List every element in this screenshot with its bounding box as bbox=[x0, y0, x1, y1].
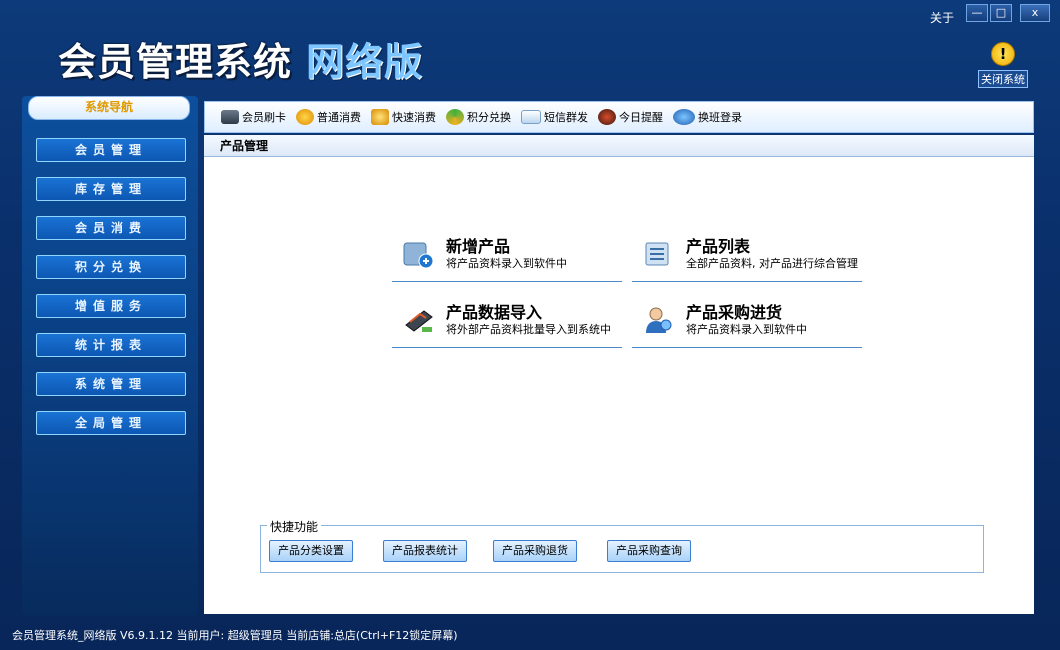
sidebar-item-global-management[interactable]: 全局管理 bbox=[36, 411, 186, 435]
toolbar-sms-button[interactable]: 短信群发 bbox=[521, 109, 588, 125]
sidebar-item-points-exchange[interactable]: 积分兑换 bbox=[36, 255, 186, 279]
add-product-icon bbox=[402, 239, 434, 269]
toolbar-shift-login-button[interactable]: 换班登录 bbox=[673, 109, 742, 125]
envelope-icon bbox=[521, 110, 541, 124]
sidebar-item-value-added-services[interactable]: 增值服务 bbox=[36, 294, 186, 318]
product-list-icon bbox=[642, 239, 674, 269]
card-title: 产品采购进货 bbox=[686, 303, 783, 322]
clock-icon bbox=[598, 109, 616, 125]
card-title: 新增产品 bbox=[446, 237, 511, 256]
main-panel: 新增产品 将产品资料录入到软件中 产品列表 全部产品资料, 对产品进行综合管理 … bbox=[204, 157, 1034, 614]
toolbar-label: 今日提醒 bbox=[619, 111, 663, 124]
import-data-icon bbox=[402, 305, 434, 335]
toolbar-label: 积分兑换 bbox=[467, 111, 511, 124]
card-desc: 将外部产品资料批量导入到系统中 bbox=[446, 323, 611, 336]
toolbar-today-reminder-button[interactable]: 今日提醒 bbox=[598, 109, 663, 125]
about-link[interactable]: 关于 bbox=[930, 9, 954, 26]
sidebar-item-member-management[interactable]: 会员管理 bbox=[36, 138, 186, 162]
close-system-button[interactable]: ! 关闭系统 bbox=[976, 42, 1030, 88]
card-title: 产品列表 bbox=[686, 237, 751, 256]
toolbar-label: 快速消费 bbox=[392, 111, 436, 124]
sidebar-item-system-management[interactable]: 系统管理 bbox=[36, 372, 186, 396]
app-title-sub: 网络版 bbox=[306, 39, 424, 84]
toolbar-points-exchange-button[interactable]: 积分兑换 bbox=[446, 109, 511, 125]
toolbar-member-card-button[interactable]: 会员刷卡 bbox=[221, 109, 286, 125]
toolbar-normal-consume-button[interactable]: 普通消费 bbox=[296, 109, 361, 125]
app-title-main: 会员管理系统 bbox=[58, 39, 293, 84]
card-product-list[interactable]: 产品列表 全部产品资料, 对产品进行综合管理 bbox=[632, 231, 862, 282]
card-add-product[interactable]: 新增产品 将产品资料录入到软件中 bbox=[392, 231, 622, 282]
card-purchase[interactable]: 产品采购进货 将产品资料录入到软件中 bbox=[632, 297, 862, 348]
category-settings-button[interactable]: 产品分类设置 bbox=[269, 540, 353, 562]
quick-functions-legend: 快捷功能 bbox=[267, 518, 322, 535]
close-button[interactable]: x bbox=[1020, 4, 1050, 22]
purchase-return-button[interactable]: 产品采购退货 bbox=[493, 540, 577, 562]
product-report-button[interactable]: 产品报表统计 bbox=[383, 540, 467, 562]
status-bar: 会员管理系统_网络版 V6.9.1.12 当前用户: 超级管理员 当前店铺:总店… bbox=[12, 629, 458, 642]
money-bag-icon bbox=[296, 109, 314, 125]
card-title: 产品数据导入 bbox=[446, 303, 543, 322]
exchange-icon bbox=[446, 109, 464, 125]
toolbar-label: 普通消费 bbox=[317, 111, 361, 124]
card-desc: 将产品资料录入到软件中 bbox=[446, 257, 567, 270]
fast-pay-icon bbox=[371, 109, 389, 125]
purchase-query-button[interactable]: 产品采购查询 bbox=[607, 540, 691, 562]
toolbar: 会员刷卡 普通消费 快速消费 积分兑换 短信群发 今日提醒 换班登录 bbox=[204, 101, 1034, 133]
toolbar-quick-consume-button[interactable]: 快速消费 bbox=[371, 109, 436, 125]
toolbar-label: 会员刷卡 bbox=[242, 111, 286, 124]
toolbar-label: 换班登录 bbox=[698, 111, 742, 124]
toolbar-label: 短信群发 bbox=[544, 111, 588, 124]
warning-icon: ! bbox=[991, 42, 1015, 66]
breadcrumb: 产品管理 bbox=[204, 135, 1034, 157]
card-import-data[interactable]: 产品数据导入 将外部产品资料批量导入到系统中 bbox=[392, 297, 622, 348]
card-desc: 将产品资料录入到软件中 bbox=[686, 323, 807, 336]
app-title: 会员管理系统 网络版 bbox=[58, 36, 423, 86]
sidebar: 系统导航 会员管理 库存管理 会员消费 积分兑换 增值服务 统计报表 系统管理 … bbox=[22, 96, 198, 616]
quick-functions-group: 快捷功能 产品分类设置 产品报表统计 产品采购退货 产品采购查询 bbox=[260, 518, 984, 573]
sidebar-item-inventory-management[interactable]: 库存管理 bbox=[36, 177, 186, 201]
card-desc: 全部产品资料, 对产品进行综合管理 bbox=[686, 257, 858, 270]
sidebar-item-member-consumption[interactable]: 会员消费 bbox=[36, 216, 186, 240]
card-reader-icon bbox=[221, 110, 239, 124]
maximize-button[interactable]: □ bbox=[990, 4, 1012, 22]
minimize-button[interactable]: — bbox=[966, 4, 988, 22]
sidebar-header: 系统导航 bbox=[28, 96, 190, 120]
shift-login-icon bbox=[673, 109, 695, 125]
close-system-label: 关闭系统 bbox=[978, 70, 1028, 88]
purchase-icon bbox=[642, 305, 674, 335]
sidebar-item-statistics-reports[interactable]: 统计报表 bbox=[36, 333, 186, 357]
